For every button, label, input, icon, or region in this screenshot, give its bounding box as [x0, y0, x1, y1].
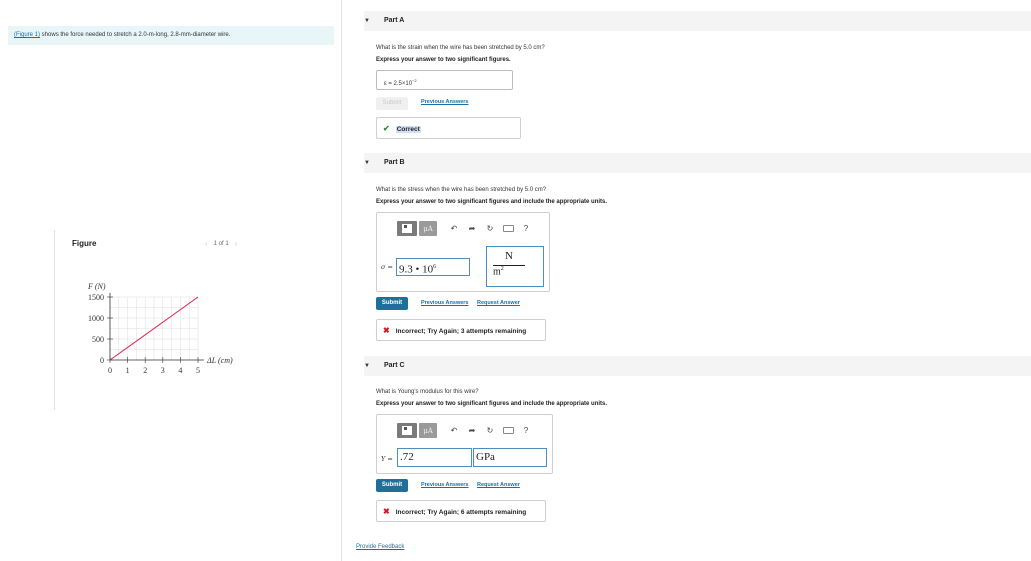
x-tick-label: 1 [126, 366, 130, 375]
part-c-feedback: ✖ Incorrect; Try Again; 6 attempts remain… [376, 500, 546, 522]
provide-feedback-link[interactable]: Provide Feedback [356, 544, 404, 550]
part-a-previous-answers-link[interactable]: Previous Answers [421, 99, 468, 105]
part-a-answer-exp: −2 [412, 78, 417, 83]
part-a-submit-button[interactable]: Submit [376, 97, 408, 110]
undo-icon[interactable]: ↶ [445, 221, 463, 236]
reset-icon[interactable]: ↻ [481, 221, 499, 236]
units-button[interactable]: μA [419, 221, 437, 236]
part-b-request-answer-link[interactable]: Request Answer [477, 300, 520, 306]
part-b-submit-button[interactable]: Submit [376, 297, 408, 310]
y-tick-label: 1500 [88, 293, 104, 302]
part-b-instruction: Express your answer to two significant f… [376, 199, 608, 205]
unit-denominator: m2 [493, 266, 504, 278]
cross-icon: ✖ [383, 326, 390, 335]
x-tick-label: 4 [178, 366, 182, 375]
figure-link[interactable]: (Figure 1) [14, 32, 40, 38]
redo-icon[interactable]: ➦ [463, 221, 481, 236]
part-c-request-answer-link[interactable]: Request Answer [477, 482, 520, 488]
x-tick-label: 0 [108, 366, 112, 375]
y-axis-label: F (N) [87, 282, 106, 291]
part-a-instruction: Express your answer to two significant f… [376, 57, 511, 63]
part-b-feedback-text: Incorrect; Try Again; 3 attempts remaini… [395, 328, 527, 335]
problem-pane: (Figure 1) shows the force needed to str… [0, 0, 342, 561]
templates-icon[interactable] [397, 221, 417, 236]
part-c-units-input[interactable]: GPa [473, 448, 547, 467]
cross-icon: ✖ [383, 507, 390, 516]
part-c-answer-editor: μA ↶ ➦ ↻ ? Y = .72 GPa [376, 414, 553, 474]
part-a-answer-text: ε = 2.5×10 [384, 81, 413, 87]
redo-icon[interactable]: ➦ [463, 423, 481, 438]
y-tick-label: 500 [92, 335, 104, 344]
y-tick-label: 1000 [88, 314, 104, 323]
part-a-feedback-text: Correct [395, 126, 421, 133]
parts-pane: ▼ Part A What is the strain when the wire… [355, 0, 1031, 561]
help-button[interactable]: ? [517, 221, 535, 236]
part-c-header[interactable]: ▼ Part C [364, 356, 1031, 376]
part-a-answer-field[interactable]: ε = 2.5×10−2 [376, 70, 513, 90]
part-b-feedback: ✖ Incorrect; Try Again; 3 attempts remain… [376, 319, 546, 341]
reset-icon[interactable]: ↻ [481, 423, 499, 438]
part-c-value-input[interactable]: .72 [397, 448, 472, 467]
x-axis-label: ΔL (cm) [206, 356, 233, 365]
problem-text: shows the force needed to stretch a 2.0-… [40, 32, 231, 38]
templates-icon[interactable] [397, 423, 417, 438]
part-b-title: Part B [383, 159, 405, 166]
part-a-header[interactable]: ▼ Part A [364, 11, 1031, 31]
part-b-units-input[interactable]: N m2 [486, 246, 544, 287]
part-b-previous-answers-link[interactable]: Previous Answers [421, 300, 468, 306]
part-c-math-toolbar: μA ↶ ➦ ↻ ? [397, 423, 535, 438]
help-button[interactable]: ? [517, 423, 535, 438]
x-tick-label: 5 [196, 366, 200, 375]
y-tick-label: 0 [100, 356, 104, 365]
collapse-caret-icon[interactable]: ▼ [364, 356, 370, 376]
units-button[interactable]: μA [419, 423, 437, 438]
part-b-header[interactable]: ▼ Part B [364, 153, 1031, 173]
x-tick-label: 3 [161, 366, 165, 375]
part-a-feedback: ✔ Correct [376, 117, 521, 139]
part-c-feedback-text: Incorrect; Try Again; 6 attempts remaini… [395, 509, 527, 516]
unit-numerator: N [505, 250, 513, 262]
part-b-question: What is the stress when the wire has bee… [376, 187, 547, 193]
part-b-value-input[interactable]: 9.3 • 106 [396, 258, 470, 276]
collapse-caret-icon[interactable]: ▼ [364, 11, 370, 31]
part-c-variable-label: Y = [381, 455, 393, 463]
x-tick-label: 2 [143, 366, 147, 375]
part-b-variable-label: σ = [381, 263, 393, 271]
part-c-submit-button[interactable]: Submit [376, 479, 408, 492]
undo-icon[interactable]: ↶ [445, 423, 463, 438]
part-c-title: Part C [383, 362, 405, 369]
keyboard-icon[interactable] [499, 221, 517, 236]
part-a-question: What is the strain when the wire has bee… [376, 45, 545, 51]
collapse-caret-icon[interactable]: ▼ [364, 153, 370, 173]
force-extension-chart: 0 1 2 3 4 5 0 500 1000 1500 F (N) ΔL (cm) [87, 282, 233, 375]
part-c-question: What is Young's modulus for this wire? [376, 389, 479, 395]
part-b-answer-editor: μA ↶ ➦ ↻ ? σ = 9.3 • 106 N m2 [376, 212, 550, 292]
checkmark-icon: ✔ [383, 124, 390, 133]
part-b-value-base: 9.3 • 10 [399, 263, 434, 276]
part-b-value-exp: 6 [433, 264, 437, 270]
part-c-instruction: Express your answer to two significant f… [376, 401, 608, 407]
part-a-title: Part A [383, 17, 405, 24]
part-c-previous-answers-link[interactable]: Previous Answers [421, 482, 468, 488]
figure-panel: Figure ‹ 1 of 1 › 0 1 2 3 4 5 0 500 1000 1500 F (N… [54, 230, 343, 410]
part-b-math-toolbar: μA ↶ ➦ ↻ ? [397, 221, 535, 236]
problem-statement: (Figure 1) shows the force needed to str… [8, 26, 334, 45]
keyboard-icon[interactable] [499, 423, 517, 438]
